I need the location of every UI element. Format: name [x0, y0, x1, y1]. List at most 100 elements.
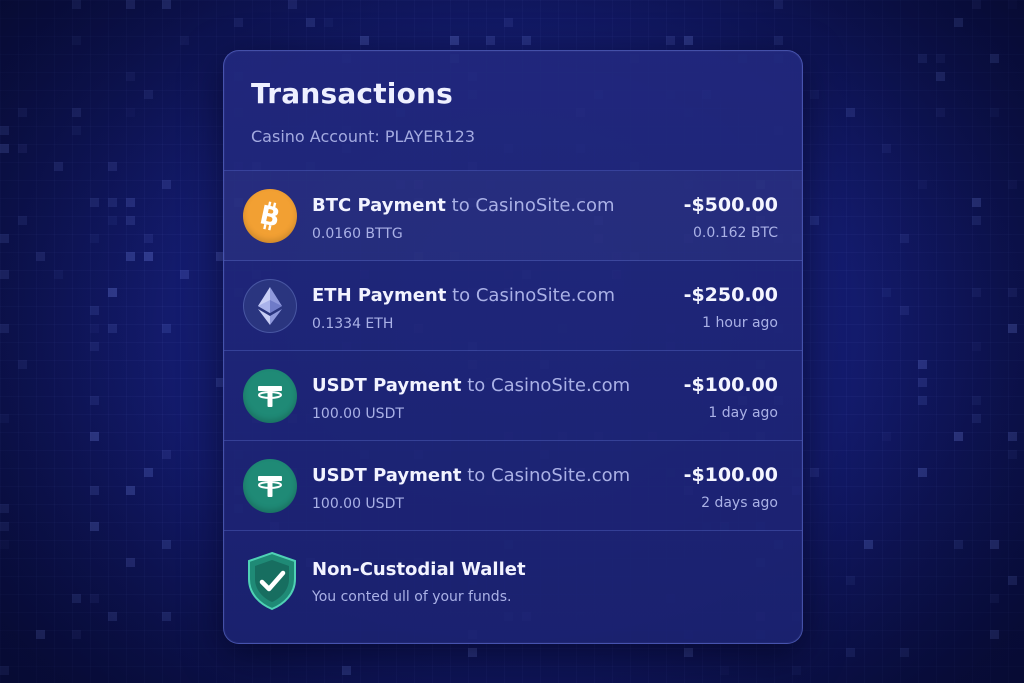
background-square — [0, 414, 9, 423]
background-square — [0, 522, 9, 531]
background-square — [846, 108, 855, 117]
background-square — [18, 144, 27, 153]
transaction-info: BTC Payment to CasinoSite.com 0.0160 BTT… — [312, 195, 615, 242]
page-title: Transactions — [251, 77, 454, 110]
background-square — [108, 288, 117, 297]
background-square — [72, 126, 81, 135]
background-square — [954, 540, 963, 549]
background-square — [36, 252, 45, 261]
background-square — [1008, 432, 1017, 441]
background-square — [0, 126, 9, 135]
background-square — [810, 468, 819, 477]
transaction-coin: BTC Payment — [312, 195, 446, 216]
background-square — [918, 180, 927, 189]
transaction-meta: 1 day ago — [708, 405, 778, 421]
background-square — [900, 234, 909, 243]
transaction-info: USDT Payment to CasinoSite.com 100.00 US… — [312, 465, 630, 512]
background-square — [90, 486, 99, 495]
wallet-info-row: Non-Custodial Wallet You conted ull of y… — [224, 531, 802, 641]
background-square — [90, 522, 99, 531]
background-square — [954, 432, 963, 441]
background-square — [234, 18, 243, 27]
transaction-summary: -$100.00 1 day ago — [684, 373, 778, 421]
transaction-row-btc[interactable]: B BTC Payment to CasinoSite.com 0.0160 B… — [224, 171, 802, 261]
tether-icon — [243, 458, 297, 513]
background-square — [936, 108, 945, 117]
background-square — [990, 630, 999, 639]
background-square — [90, 234, 99, 243]
background-square — [108, 216, 117, 225]
background-square — [0, 144, 9, 153]
background-square — [90, 324, 99, 333]
transaction-destination: to CasinoSite.com — [467, 375, 631, 396]
background-square — [1008, 576, 1017, 585]
background-square — [180, 36, 189, 45]
background-square — [108, 162, 117, 171]
background-square — [108, 198, 117, 207]
wallet-subtitle: You conted ull of your funds. — [312, 589, 512, 605]
background-square — [0, 270, 9, 279]
transaction-meta: 0.0.162 BTC — [693, 225, 778, 241]
background-square — [90, 594, 99, 603]
background-square — [90, 198, 99, 207]
transaction-info: USDT Payment to CasinoSite.com 100.00 US… — [312, 375, 630, 422]
background-square — [72, 630, 81, 639]
background-square — [0, 324, 9, 333]
transaction-title: BTC Payment to CasinoSite.com — [312, 195, 615, 217]
background-square — [0, 504, 9, 513]
background-square — [90, 432, 99, 441]
transaction-row-usdt[interactable]: USDT Payment to CasinoSite.com 100.00 US… — [224, 351, 802, 441]
background-square — [144, 252, 153, 261]
background-square — [810, 90, 819, 99]
background-square — [126, 486, 135, 495]
background-square — [90, 342, 99, 351]
transaction-crypto-amount: 0.1334 ETH — [312, 316, 394, 332]
wallet-info: Non-Custodial Wallet You conted ull of y… — [312, 559, 526, 605]
background-square — [486, 36, 495, 45]
background-square — [990, 540, 999, 549]
background-square — [918, 54, 927, 63]
transaction-row-eth[interactable]: ETH Payment to CasinoSite.com 0.1334 ETH… — [224, 261, 802, 351]
card-header: Transactions Casino Account: PLAYER123 — [224, 51, 802, 171]
shield-check-icon — [248, 551, 296, 611]
background-square — [990, 108, 999, 117]
background-square — [1008, 324, 1017, 333]
background-square — [972, 288, 981, 297]
background-square — [810, 216, 819, 225]
transaction-destination: to CasinoSite.com — [452, 285, 615, 306]
background-square — [882, 432, 891, 441]
background-square — [882, 144, 891, 153]
transaction-summary: -$100.00 2 days ago — [684, 463, 778, 511]
background-square — [18, 216, 27, 225]
transaction-coin: USDT Payment — [312, 375, 462, 396]
background-square — [918, 468, 927, 477]
background-square — [108, 612, 117, 621]
background-square — [936, 54, 945, 63]
background-square — [792, 666, 801, 675]
transaction-destination: to CasinoSite.com — [451, 195, 615, 216]
background-square — [972, 216, 981, 225]
background-square — [972, 396, 981, 405]
transaction-summary: -$500.00 0.0.162 BTC — [684, 193, 778, 241]
transaction-amount: -$500.00 — [683, 194, 778, 216]
account-label: Casino Account: PLAYER123 — [251, 127, 476, 146]
background-square — [1008, 180, 1017, 189]
background-square — [918, 360, 927, 369]
background-square — [126, 72, 135, 81]
background-square — [90, 486, 99, 495]
background-square — [1008, 288, 1017, 297]
background-square — [900, 648, 909, 657]
background-square — [1008, 450, 1017, 459]
transaction-crypto-amount: 100.00 USDT — [312, 406, 404, 422]
background-square — [486, 36, 495, 45]
background-square — [684, 36, 693, 45]
background-square — [108, 324, 117, 333]
transaction-crypto-amount: 100.00 USDT — [312, 496, 404, 512]
transaction-summary: -$250.00 1 hour ago — [684, 283, 778, 331]
background-square — [450, 36, 459, 45]
background-square — [522, 36, 531, 45]
background-square — [846, 648, 855, 657]
background-square — [972, 198, 981, 207]
transaction-row-usdt-2[interactable]: USDT Payment to CasinoSite.com 100.00 US… — [224, 441, 802, 531]
background-square — [918, 396, 927, 405]
